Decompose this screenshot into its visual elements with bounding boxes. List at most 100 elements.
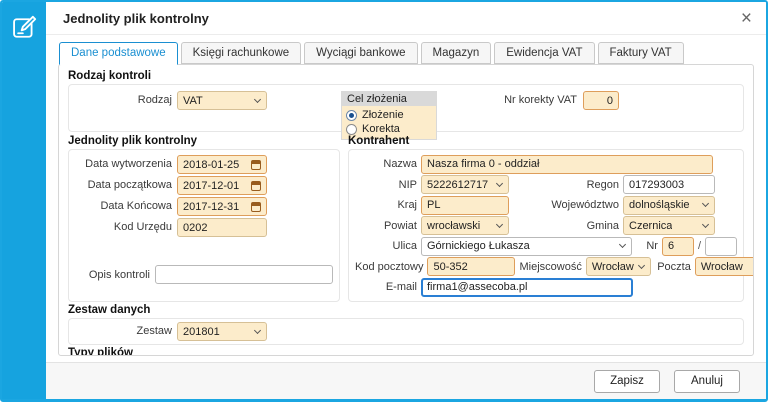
kod-urzedu-input[interactable]: [177, 218, 267, 237]
rodzaj-value: VAT: [183, 94, 203, 107]
calendar-icon: [251, 201, 261, 212]
wojewodztwo-dropdown[interactable]: dolnośląskie: [623, 195, 715, 215]
ulica-dropdown[interactable]: Górnickiego Łukasza: [421, 236, 632, 256]
regon-label: Regon: [586, 178, 619, 191]
tab-magazyn[interactable]: Magazyn: [420, 42, 492, 64]
miejscowosc-dropdown[interactable]: Wrocław: [585, 257, 651, 276]
powiat-value: wrocławski: [427, 219, 481, 232]
regon-input[interactable]: [623, 175, 715, 194]
radio-selected-icon: [346, 109, 357, 121]
save-button[interactable]: Zapisz: [594, 369, 660, 393]
nr-korekty-label: Nr korekty VAT: [504, 94, 577, 106]
opis-kontroli-label: Opis kontroli: [88, 268, 150, 281]
data-wytworzenia-value: 2018-01-25: [183, 158, 240, 171]
nazwa-input[interactable]: [421, 154, 713, 174]
tab-wyciagi-bankowe[interactable]: Wyciągi bankowe: [304, 42, 418, 64]
jpk-dialog: Jednolity plik kontrolny × Dane podstawo…: [0, 0, 768, 402]
zestaw-dropdown[interactable]: 201801: [177, 322, 267, 341]
calendar-icon: [251, 180, 261, 191]
title-bar: Jednolity plik kontrolny ×: [46, 2, 766, 35]
dialog-title: Jednolity plik kontrolny: [63, 10, 209, 26]
nr-lokalu-separator: /: [697, 240, 701, 252]
dialog-content: Dane podstawowe Księgi rachunkowe Wyciąg…: [46, 35, 766, 362]
miejscowosc-value: Wrocław: [591, 260, 634, 273]
group-jpk: Data wytworzenia 2018-01-25 Data początk…: [68, 149, 340, 302]
kod-pocztowy-label: Kod pocztowy: [355, 260, 424, 273]
footer-bar: Zapisz Anuluj: [46, 362, 766, 399]
data-poczatkowa-datepicker[interactable]: 2017-12-01: [177, 176, 267, 195]
nr-korekty-vat-input[interactable]: [583, 91, 619, 110]
group-zestaw-danych: Zestaw 201801: [68, 318, 744, 345]
calendar-icon: [251, 159, 261, 170]
opis-kontroli-input[interactable]: [155, 265, 333, 284]
edit-note-icon: [13, 15, 37, 38]
radio-zlozenie[interactable]: Złożenie: [346, 108, 432, 122]
ulica-value: Górnickiego Łukasza: [427, 240, 530, 252]
gmina-value: Czernica: [629, 219, 673, 232]
chevron-down-icon: [618, 240, 626, 249]
tab-dane-podstawowe[interactable]: Dane podstawowe: [59, 42, 178, 65]
nazwa-label: Nazwa: [383, 158, 417, 170]
powiat-dropdown[interactable]: wrocławski: [421, 216, 509, 235]
ulica-label: Ulica: [392, 240, 417, 252]
tab-ewidencja-vat[interactable]: Ewidencja VAT: [494, 42, 595, 64]
poczta-label: Poczta: [657, 260, 691, 273]
chevron-down-icon: [701, 220, 710, 228]
rodzaj-label: Rodzaj: [137, 94, 172, 106]
chevron-down-icon: [253, 95, 262, 103]
data-poczatkowa-value: 2017-12-01: [183, 179, 240, 192]
jpk-column: Jednolity plik kontrolny Data wytworzeni…: [68, 133, 340, 302]
gmina-dropdown[interactable]: Czernica: [623, 216, 715, 235]
email-input[interactable]: [421, 277, 633, 297]
group-kontrahent: Nazwa NIP 5222612717 Regon: [348, 149, 753, 302]
rodzaj-dropdown[interactable]: VAT: [177, 91, 267, 110]
wojewodztwo-label: Województwo: [551, 199, 619, 211]
data-wytworzenia-label: Data wytworzenia: [85, 158, 172, 170]
section-title-zestaw-danych: Zestaw danych: [68, 304, 151, 316]
nip-dropdown[interactable]: 5222612717: [421, 175, 509, 194]
nr-input[interactable]: [661, 236, 694, 256]
wojewodztwo-value: dolnośląskie: [629, 199, 690, 211]
sidebar: [2, 2, 46, 399]
nr-korekty-group: Nr korekty VAT: [504, 91, 619, 110]
tab-panel: Rodzaj kontroli Rodzaj VAT Cel złożenia: [58, 64, 754, 356]
gmina-label: Gmina: [586, 219, 619, 232]
section-title-kontrahent: Kontrahent: [348, 135, 410, 147]
close-icon[interactable]: ×: [741, 9, 752, 28]
data-poczatkowa-label: Data początkowa: [87, 179, 172, 191]
section-title-typy-plikow: Typy plików: [68, 347, 133, 356]
chevron-down-icon: [637, 261, 645, 269]
tab-ksiegi-rachunkowe[interactable]: Księgi rachunkowe: [180, 42, 302, 64]
dialog-main: Jednolity plik kontrolny × Dane podstawo…: [46, 2, 766, 399]
kontrahent-column: Kontrahent Nazwa NIP 5222612717: [348, 133, 753, 302]
tab-faktury-vat[interactable]: Faktury VAT: [597, 42, 684, 64]
powiat-label: Powiat: [383, 219, 417, 232]
poczta-input[interactable]: [694, 257, 753, 276]
section-title-jpk: Jednolity plik kontrolny: [68, 135, 198, 147]
radio-zlozenie-label: Złożenie: [362, 109, 404, 121]
kod-urzedu-label: Kod Urzędu: [113, 221, 172, 233]
data-wytworzenia-datepicker[interactable]: 2018-01-25: [177, 155, 267, 174]
data-koncowa-label: Data Końcowa: [100, 200, 172, 212]
section-title-rodzaj-kontroli: Rodzaj kontroli: [68, 70, 152, 82]
cancel-button[interactable]: Anuluj: [674, 369, 740, 393]
nr-lokalu-input[interactable]: [705, 236, 737, 256]
nip-label: NIP: [398, 178, 417, 191]
nr-label: Nr: [646, 240, 658, 252]
kraj-label: Kraj: [397, 199, 417, 211]
kod-pocztowy-input[interactable]: [427, 257, 516, 276]
kraj-input[interactable]: [421, 195, 509, 215]
radio-unselected-icon: [346, 123, 357, 135]
group-rodzaj-kontroli: Rodzaj VAT Cel złożenia Złożenie Korekta…: [68, 84, 744, 140]
zestaw-value: 201801: [183, 325, 220, 338]
chevron-down-icon: [495, 220, 504, 228]
miejscowosc-label: Miejscowość: [519, 260, 582, 273]
form-columns: Jednolity plik kontrolny Data wytworzeni…: [68, 133, 753, 302]
chevron-down-icon: [701, 199, 710, 208]
cel-zlozenia-title: Cel złożenia: [342, 92, 436, 106]
data-koncowa-value: 2017-12-31: [183, 200, 240, 213]
email-label: E-mail: [385, 281, 417, 293]
nip-value: 5222612717: [427, 178, 489, 191]
data-koncowa-datepicker[interactable]: 2017-12-31: [177, 197, 267, 216]
